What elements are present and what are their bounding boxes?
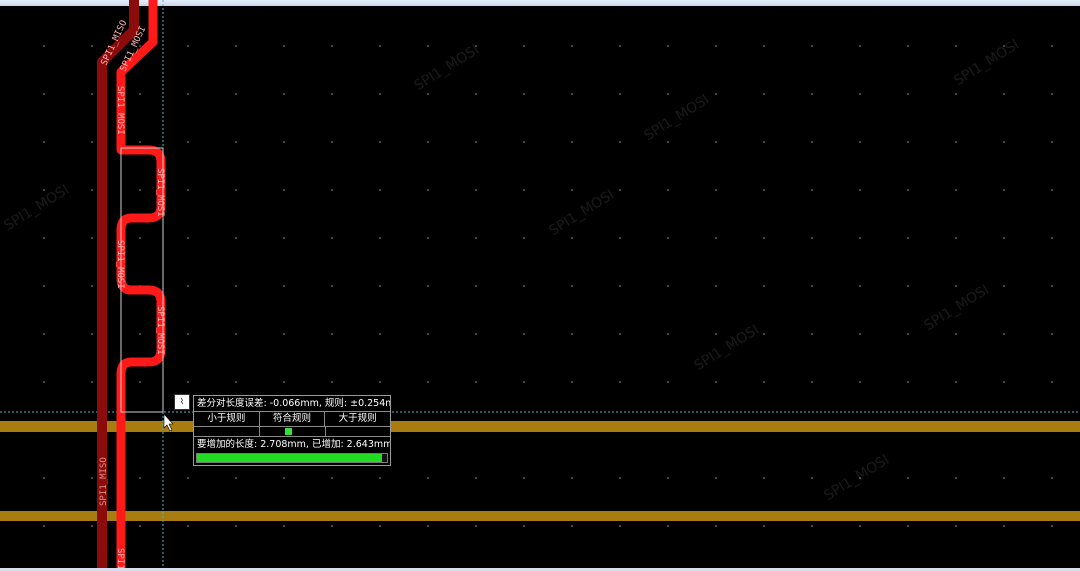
tuning-progress-fill <box>197 454 383 462</box>
net-label-miso-bottom: SPI1_MISO <box>99 457 109 506</box>
rule-state-marker <box>285 428 292 435</box>
rule-state-indicator <box>194 427 390 437</box>
net-label-serp-1: SPI1_MOSI <box>155 168 165 217</box>
length-tuning-panel: 差分对长度误差: -0.066mm, 规则: ±0.254mm 小于规则 符合规… <box>193 395 391 466</box>
rule-within-label: 符合规则 <box>260 412 326 426</box>
need-add-length-text: 要增加的长度: 2.708mm, 已增加: 2.643mm <box>197 439 390 450</box>
rule-header: 小于规则 符合规则 大于规则 <box>194 412 390 427</box>
rule-less-label: 小于规则 <box>194 412 260 426</box>
interactive-tuning-icon: ⌇ <box>174 394 190 410</box>
copper-bus-lower[interactable] <box>0 511 1080 521</box>
pcb-canvas[interactable]: SPI1_MOSI SPI1_MOSI SPI1_MOSI SPI1_MOSI … <box>0 0 1080 571</box>
tuning-progress-bar <box>196 453 388 463</box>
net-label-serp-3: SPI1_MOSI <box>155 306 165 355</box>
rule-greater-label: 大于规则 <box>338 413 377 424</box>
rule-divider <box>259 427 260 436</box>
net-label-mosi-upper: SPI1 MOSI <box>115 86 125 135</box>
rule-divider <box>325 427 326 436</box>
copper-bus-upper[interactable] <box>0 421 1080 432</box>
diff-pair-error-text: 差分对长度误差: -0.066mm, 规则: ±0.254mm <box>194 396 390 412</box>
net-label-serp-2: SPI1_MOSI <box>115 240 125 289</box>
trace-spi1-mosi[interactable] <box>116 0 166 571</box>
pcb-layout[interactable]: SPI1_MISO SPI1_MOSI SPI1 MOSI SPI1_MOSI … <box>0 0 1080 571</box>
net-label-mosi-bottom: SPI1 <box>115 548 125 570</box>
